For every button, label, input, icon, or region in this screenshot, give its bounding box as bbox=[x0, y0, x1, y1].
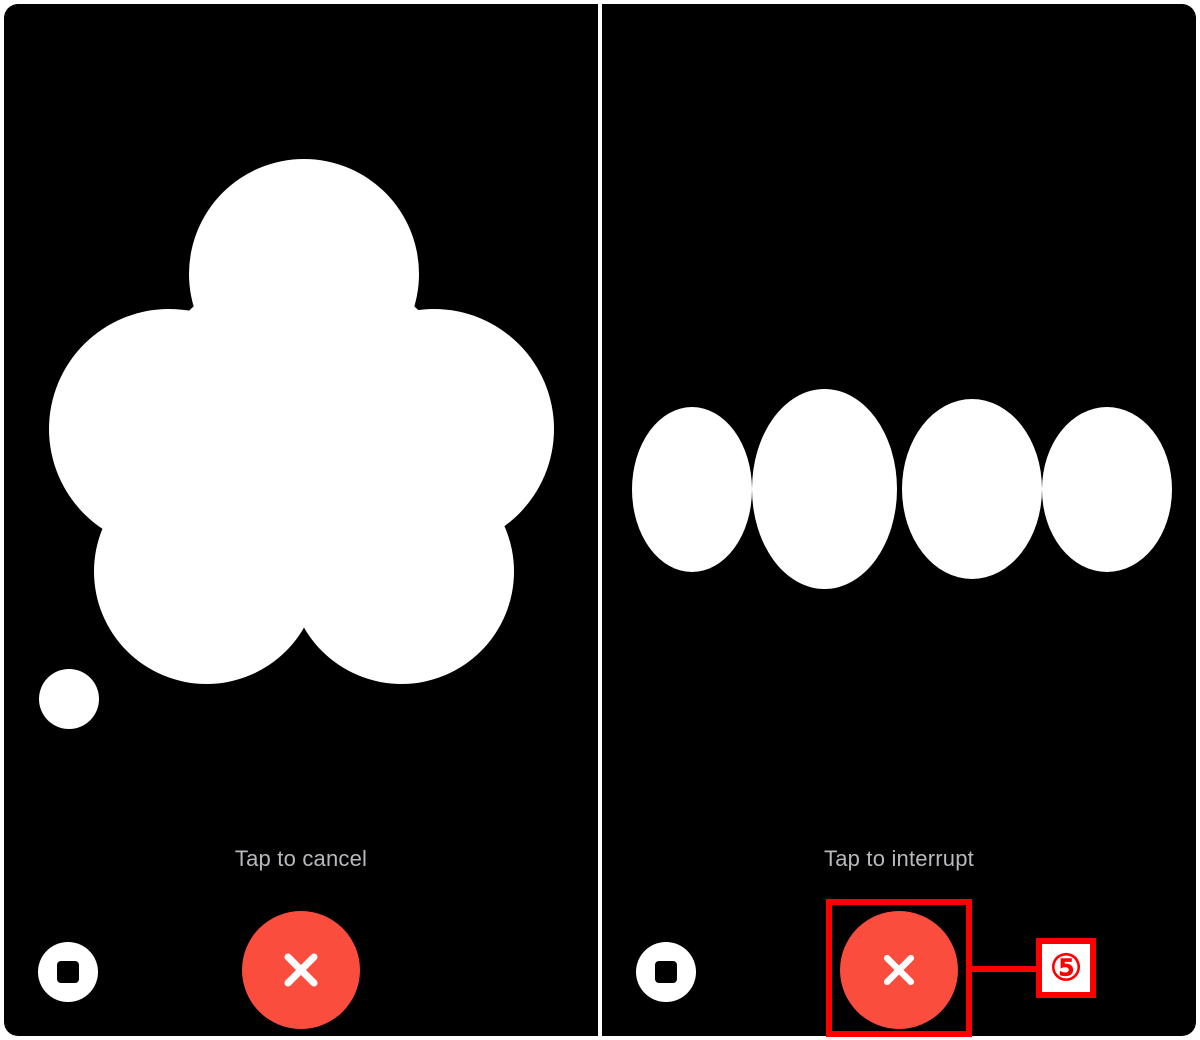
hint-text-left: Tap to cancel bbox=[4, 846, 598, 872]
hint-text-right: Tap to interrupt bbox=[602, 846, 1196, 872]
stop-icon bbox=[57, 961, 79, 983]
interrupt-button[interactable] bbox=[840, 911, 958, 1029]
stop-button[interactable] bbox=[38, 942, 98, 1002]
speaking-dots-icon bbox=[632, 389, 1166, 589]
close-icon bbox=[878, 949, 920, 991]
stop-button[interactable] bbox=[636, 942, 696, 1002]
close-icon bbox=[278, 947, 324, 993]
thought-bubble-icon bbox=[54, 159, 554, 699]
thought-bubble-tail-icon bbox=[39, 669, 99, 729]
controls-right bbox=[602, 894, 1196, 1034]
left-screen: Tap to cancel bbox=[4, 4, 598, 1036]
controls-left bbox=[4, 894, 598, 1034]
comparison-stage: Tap to cancel Tap to interrupt bbox=[0, 0, 1200, 1040]
stop-icon bbox=[655, 961, 677, 983]
cancel-button[interactable] bbox=[242, 911, 360, 1029]
right-screen: Tap to interrupt ⑤ bbox=[602, 4, 1196, 1036]
